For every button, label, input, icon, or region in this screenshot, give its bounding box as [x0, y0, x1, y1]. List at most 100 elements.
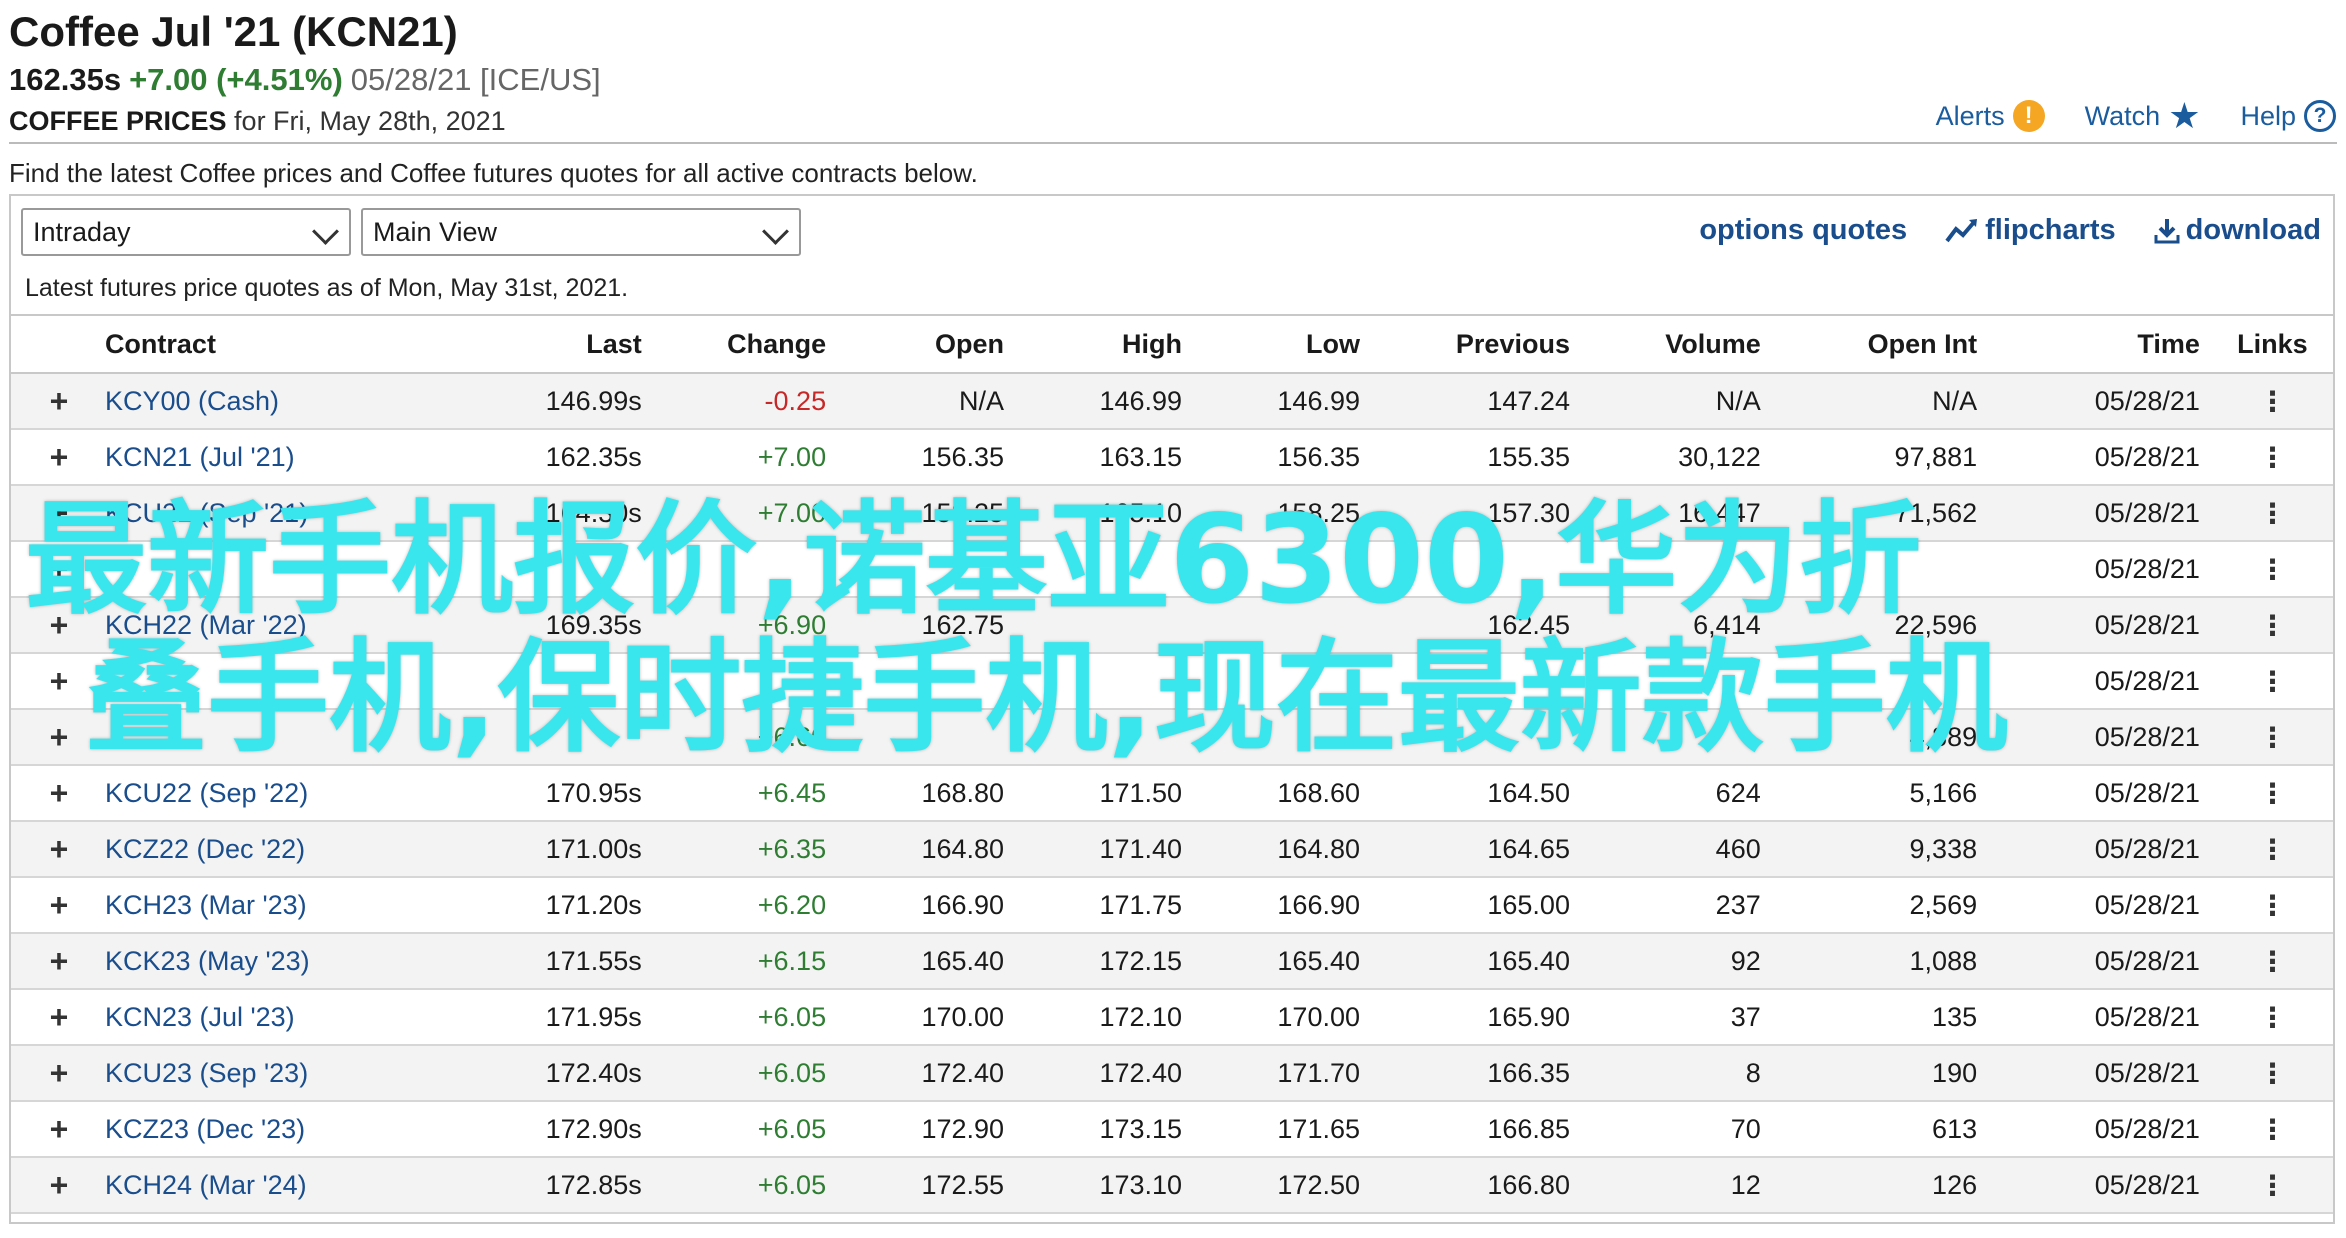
open-int-cell: 22,596: [1772, 597, 1990, 654]
contract-link[interactable]: KCH23 (Mar '23): [105, 890, 307, 920]
contract-link[interactable]: KCN23 (Jul '23): [105, 1002, 295, 1032]
contract-link[interactable]: KCZ23 (Dec '23): [105, 1114, 305, 1144]
col-change[interactable]: Change: [653, 314, 839, 374]
kebab-menu-icon[interactable]: ⋮: [2258, 778, 2286, 809]
change-cell: [653, 653, 839, 710]
col-last[interactable]: Last: [494, 314, 654, 374]
col-contract[interactable]: Contract: [92, 314, 495, 374]
table-row: + KCU21 (Sep '21) 164.30s +7.00 158.25 165.10…: [11, 485, 2333, 542]
previous-cell: 166.80: [1372, 1157, 1582, 1214]
download-icon: [2154, 218, 2180, 243]
kebab-menu-icon[interactable]: ⋮: [2258, 666, 2286, 697]
kebab-menu-icon[interactable]: ⋮: [2258, 946, 2286, 977]
prices-subtitle: COFFEE PRICES for Fri, May 28th, 2021: [9, 106, 506, 137]
contract-link[interactable]: KCN21 (Jul '21): [105, 442, 295, 472]
col-open-int[interactable]: Open Int: [1772, 314, 1990, 374]
kebab-menu-icon[interactable]: ⋮: [2258, 722, 2286, 753]
contract-link[interactable]: KCY00 (Cash): [105, 386, 279, 416]
low-cell: 171.65: [1194, 1101, 1372, 1158]
row-menu-cell: ⋮: [2211, 765, 2333, 822]
volume-cell: 92: [1581, 933, 1773, 990]
contract-link[interactable]: KCH24 (Mar '24): [105, 1170, 307, 1200]
col-time[interactable]: Time: [1989, 314, 2212, 374]
last-cell: 169.35s: [494, 597, 654, 654]
kebab-menu-icon[interactable]: ⋮: [2258, 442, 2286, 473]
change-cell: +6.05: [653, 1045, 839, 1102]
flipcharts-link[interactable]: flipcharts: [1945, 214, 2116, 247]
open-int-cell: 71,562: [1772, 485, 1990, 542]
volume-cell: 624: [1581, 765, 1773, 822]
col-low[interactable]: Low: [1194, 314, 1372, 374]
expand-plus-icon[interactable]: +: [11, 765, 93, 822]
table-row: +05/28/21 ⋮: [11, 541, 2333, 598]
table-row: + KCZ23 (Dec '23) 172.90s +6.05 172.90 173.15…: [11, 1101, 2333, 1158]
volume-cell: 8: [1581, 1045, 1773, 1102]
row-menu-cell: ⋮: [2211, 653, 2333, 710]
previous-cell: 147.24: [1372, 373, 1582, 430]
contract-cell: KCH24 (Mar '24): [92, 1157, 495, 1214]
expand-plus-icon[interactable]: +: [11, 821, 93, 878]
quotes-panel: Intraday Main View options quotes flipch…: [9, 194, 2335, 1224]
expand-plus-icon[interactable]: +: [11, 373, 93, 430]
open-int-cell: 97,881: [1772, 429, 1990, 486]
quote-meta: 05/28/21 [ICE/US]: [350, 62, 601, 97]
table-row: + KCY00 (Cash) 146.99s -0.25 N/A 146.99 146.99…: [11, 373, 2333, 430]
high-cell: 173.10: [1016, 1157, 1195, 1214]
kebab-menu-icon[interactable]: ⋮: [2258, 834, 2286, 865]
expand-plus-icon[interactable]: +: [11, 933, 93, 990]
contract-link[interactable]: KCU21 (Sep '21): [105, 498, 308, 528]
kebab-menu-icon[interactable]: ⋮: [2258, 890, 2286, 921]
volume-cell: 30,122: [1581, 429, 1773, 486]
expand-plus-icon[interactable]: +: [11, 709, 93, 766]
col-previous[interactable]: Previous: [1372, 314, 1582, 374]
contract-cell: KCU21 (Sep '21): [92, 485, 495, 542]
kebab-menu-icon[interactable]: ⋮: [2258, 1114, 2286, 1145]
kebab-menu-icon[interactable]: ⋮: [2258, 554, 2286, 585]
contract-link[interactable]: KCK23 (May '23): [105, 946, 310, 976]
expand-plus-icon[interactable]: +: [11, 1101, 93, 1158]
volume-cell: [1581, 709, 1773, 766]
expand-plus-icon[interactable]: +: [11, 877, 93, 934]
col-high[interactable]: High: [1016, 314, 1195, 374]
low-cell: [1194, 597, 1372, 654]
watch-label: Watch: [2084, 100, 2161, 131]
col-open[interactable]: Open: [838, 314, 1017, 374]
kebab-menu-icon[interactable]: ⋮: [2258, 386, 2286, 417]
contract-link[interactable]: KCU23 (Sep '23): [105, 1058, 308, 1088]
period-select[interactable]: Intraday: [21, 208, 351, 256]
kebab-menu-icon[interactable]: ⋮: [2258, 610, 2286, 641]
previous-cell: 166.35: [1372, 1045, 1582, 1102]
view-select[interactable]: Main View: [361, 208, 801, 256]
contract-cell: [92, 709, 495, 766]
time-cell: 05/28/21: [1989, 877, 2212, 934]
kebab-menu-icon[interactable]: ⋮: [2258, 1058, 2286, 1089]
expand-plus-icon[interactable]: +: [11, 597, 93, 654]
kebab-menu-icon[interactable]: ⋮: [2258, 1170, 2286, 1201]
alerts-link[interactable]: Alerts !: [1936, 100, 2045, 132]
low-cell: 158.25: [1194, 485, 1372, 542]
help-link[interactable]: Help ?: [2240, 100, 2336, 132]
kebab-menu-icon[interactable]: ⋮: [2258, 1002, 2286, 1033]
contract-link[interactable]: KCH22 (Mar '22): [105, 610, 307, 640]
contract-cell: KCZ22 (Dec '22): [92, 821, 495, 878]
expand-plus-icon[interactable]: +: [11, 989, 93, 1046]
col-volume[interactable]: Volume: [1581, 314, 1773, 374]
contract-link[interactable]: KCZ22 (Dec '22): [105, 834, 305, 864]
contract-link[interactable]: KCU22 (Sep '22): [105, 778, 308, 808]
table-header-row: Contract Last Change Open High Low Previ…: [11, 314, 2333, 374]
download-link[interactable]: download: [2154, 214, 2321, 247]
contract-cell: KCK23 (May '23): [92, 933, 495, 990]
expand-plus-icon[interactable]: +: [11, 653, 93, 710]
expand-plus-icon[interactable]: +: [11, 485, 93, 542]
row-menu-cell: ⋮: [2211, 597, 2333, 654]
options-quotes-link[interactable]: options quotes: [1699, 214, 1907, 247]
watch-link[interactable]: Watch ★: [2084, 98, 2201, 134]
expand-plus-icon[interactable]: +: [11, 1045, 93, 1102]
expand-plus-icon[interactable]: +: [11, 1157, 93, 1214]
kebab-menu-icon[interactable]: ⋮: [2258, 498, 2286, 529]
expand-plus-icon[interactable]: +: [11, 541, 93, 598]
last-cell: 172.85s: [494, 1157, 654, 1214]
table-row: + KCK23 (May '23) 171.55s +6.15 165.40 172.15…: [11, 933, 2333, 990]
expand-plus-icon[interactable]: +: [11, 429, 93, 486]
contract-cell: KCN21 (Jul '21): [92, 429, 495, 486]
